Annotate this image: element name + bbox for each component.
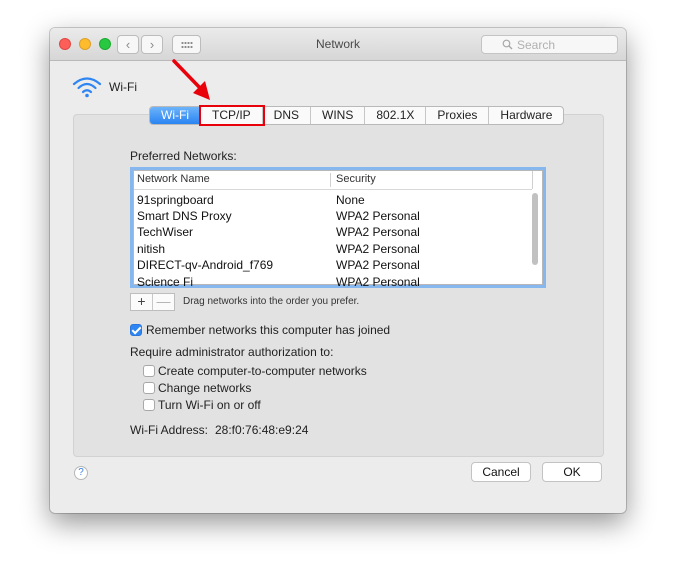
- column-divider: [330, 173, 331, 187]
- network-security: None: [336, 193, 365, 207]
- wifi-address-value: 28:f0:76:48:e9:24: [215, 423, 309, 437]
- tab-wins[interactable]: WINS: [311, 107, 366, 124]
- search-placeholder: Search: [517, 38, 556, 52]
- tab-proxies[interactable]: Proxies: [426, 107, 490, 124]
- remember-networks-checkbox[interactable]: [130, 324, 142, 336]
- network-security: WPA2 Personal: [336, 275, 420, 289]
- search-field[interactable]: Search: [481, 35, 618, 54]
- network-name: Smart DNS Proxy: [137, 209, 232, 223]
- table-header: Network Name Security: [134, 171, 533, 190]
- create-networks-checkbox[interactable]: [143, 365, 155, 377]
- help-button[interactable]: ?: [74, 466, 88, 480]
- wifi-address-label: Wi-Fi Address:: [130, 423, 209, 437]
- wifi-icon: [72, 77, 102, 98]
- table-row[interactable]: Smart DNS Proxy WPA2 Personal: [137, 208, 532, 224]
- table-row[interactable]: TechWiser WPA2 Personal: [137, 224, 532, 240]
- preferred-networks-label: Preferred Networks:: [130, 149, 237, 163]
- cancel-button[interactable]: Cancel: [471, 462, 531, 482]
- network-name: TechWiser: [137, 225, 194, 239]
- tab-bar: Wi-Fi TCP/IP DNS WINS 802.1X Proxies Har…: [149, 105, 565, 126]
- table-row[interactable]: 91springboard None: [137, 192, 532, 208]
- network-window: ‹ › Network Search Wi-Fi Wi-Fi TCP/IP DN…: [50, 28, 626, 513]
- tab-tcpip[interactable]: TCP/IP: [198, 105, 265, 126]
- tab-dns[interactable]: DNS: [263, 107, 311, 124]
- column-security[interactable]: Security: [336, 171, 376, 188]
- table-scrollbar[interactable]: [532, 193, 538, 265]
- require-admin-label: Require administrator authorization to:: [130, 345, 334, 359]
- table-row[interactable]: DIRECT-qv-Android_f769 WPA2 Personal: [137, 257, 532, 273]
- service-name: Wi-Fi: [109, 80, 137, 94]
- preferred-networks-table[interactable]: Network Name Security 91springboard None…: [130, 167, 546, 289]
- network-name: DIRECT-qv-Android_f769: [137, 258, 274, 272]
- title-bar: ‹ › Network Search: [50, 28, 626, 61]
- network-security: WPA2 Personal: [336, 242, 420, 256]
- create-networks-label: Create computer-to-computer networks: [158, 364, 367, 378]
- column-divider: [532, 171, 533, 189]
- drag-hint: Drag networks into the order you prefer.: [183, 296, 360, 307]
- add-network-button[interactable]: +: [131, 294, 152, 310]
- tab-8021x[interactable]: 802.1X: [365, 107, 427, 124]
- remove-network-button[interactable]: —: [152, 294, 174, 310]
- network-name: Science Fi: [137, 275, 194, 289]
- search-icon: [502, 39, 513, 50]
- table-row[interactable]: Science Fi WPA2 Personal: [137, 274, 532, 290]
- red-arrow-icon: [172, 59, 210, 100]
- add-remove-control: + —: [130, 293, 175, 311]
- tab-hardware[interactable]: Hardware: [489, 107, 563, 124]
- network-security: WPA2 Personal: [336, 225, 420, 239]
- network-name: nitish: [137, 242, 166, 256]
- tab-wifi[interactable]: Wi-Fi: [150, 107, 201, 124]
- network-name: 91springboard: [137, 193, 214, 207]
- remember-networks-label: Remember networks this computer has join…: [146, 323, 391, 337]
- change-networks-label: Change networks: [158, 381, 252, 395]
- table-row[interactable]: nitish WPA2 Personal: [137, 241, 532, 257]
- ok-button[interactable]: OK: [542, 462, 602, 482]
- table-frame: Network Name Security 91springboard None…: [133, 170, 543, 289]
- network-security: WPA2 Personal: [336, 209, 420, 223]
- column-network-name[interactable]: Network Name: [137, 171, 210, 188]
- toggle-wifi-label: Turn Wi-Fi on or off: [158, 398, 261, 412]
- toggle-wifi-checkbox[interactable]: [143, 399, 155, 411]
- change-networks-checkbox[interactable]: [143, 382, 155, 394]
- network-security: WPA2 Personal: [336, 258, 420, 272]
